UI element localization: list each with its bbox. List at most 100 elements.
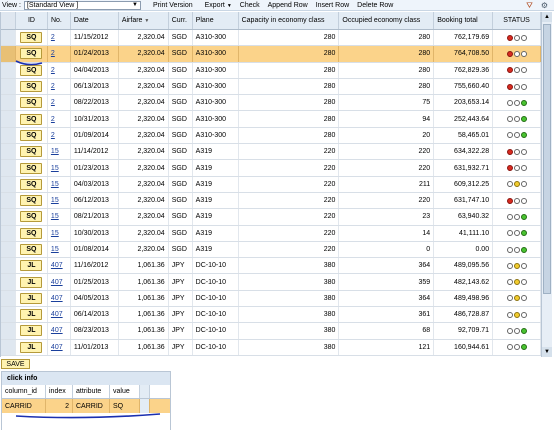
carrier-id-button[interactable]: JL	[20, 341, 43, 353]
flight-number-link[interactable]: 15	[51, 213, 59, 220]
table-row[interactable]: SQ 2 01/09/2014 2,320.04 SGD A310-300 280 20 58,…	[1, 127, 541, 145]
flight-number-link[interactable]: 15	[51, 230, 59, 237]
carrier-id-button[interactable]: SQ	[20, 64, 43, 76]
table-row[interactable]: SQ 15 01/08/2014 2,320.04 SGD A319 220 0 0.00	[1, 241, 541, 259]
row-selector[interactable]	[1, 339, 16, 355]
table-row[interactable]: SQ 2 06/13/2013 2,320.04 SGD A310-300 280 280 75…	[1, 78, 541, 96]
flight-number-link[interactable]: 407	[51, 279, 63, 286]
row-selector[interactable]	[1, 111, 16, 127]
print-version-button[interactable]: Print Version	[153, 2, 193, 9]
carrier-id-button[interactable]: JL	[20, 260, 43, 272]
row-selector[interactable]	[1, 78, 16, 95]
row-selector[interactable]	[1, 274, 16, 290]
row-selector[interactable]	[1, 241, 16, 258]
flight-number-link[interactable]: 2	[51, 67, 55, 74]
cell-no[interactable]: 2	[48, 62, 71, 78]
carrier-id-button[interactable]: JL	[20, 325, 43, 337]
cell-id[interactable]: SQ	[16, 127, 48, 144]
table-row[interactable]: SQ 2 10/31/2013 2,320.04 SGD A310-300 280 94 252…	[1, 111, 541, 128]
table-row[interactable]: SQ 15 10/30/2013 2,320.04 SGD A319 220 14 41,111…	[1, 225, 541, 242]
cell-no[interactable]: 2	[48, 95, 71, 111]
table-row[interactable]: JL 407 08/23/2013 1,061.36 JPY DC-10-10 380 68 9…	[1, 323, 541, 340]
row-selector[interactable]	[1, 192, 16, 209]
cell-id[interactable]: JL	[16, 290, 48, 307]
scroll-down-icon[interactable]: ▼	[542, 347, 552, 357]
row-selector[interactable]	[1, 144, 16, 160]
cell-id[interactable]: JL	[16, 339, 48, 355]
carrier-id-button[interactable]: SQ	[20, 211, 43, 223]
cell-id[interactable]: SQ	[16, 30, 48, 46]
flight-number-link[interactable]: 407	[51, 262, 63, 269]
cell-id[interactable]: SQ	[16, 46, 48, 62]
delete-row-button[interactable]: Delete Row	[357, 2, 393, 9]
flight-number-link[interactable]: 2	[51, 132, 55, 139]
row-selector[interactable]	[1, 127, 16, 144]
append-row-button[interactable]: Append Row	[268, 2, 308, 9]
cell-no[interactable]: 2	[48, 78, 71, 95]
row-selector[interactable]	[1, 307, 16, 323]
carrier-id-button[interactable]: JL	[20, 292, 43, 304]
carrier-id-button[interactable]: SQ	[20, 178, 43, 190]
table-row[interactable]: JL 407 04/05/2013 1,061.36 JPY DC-10-10 380 364…	[1, 290, 541, 308]
table-row[interactable]: SQ 15 08/21/2013 2,320.04 SGD A319 220 23 63,940…	[1, 209, 541, 226]
scroll-up-icon[interactable]: ▲	[542, 12, 552, 22]
flight-number-link[interactable]: 2	[51, 99, 55, 106]
flight-number-link[interactable]: 15	[51, 165, 59, 172]
row-selector[interactable]	[1, 209, 16, 225]
table-row[interactable]: JL 407 01/25/2013 1,061.36 JPY DC-10-10 380 359…	[1, 274, 541, 291]
carrier-id-button[interactable]: SQ	[20, 48, 43, 60]
row-selector[interactable]	[1, 46, 16, 62]
table-row[interactable]: SQ 2 01/24/2013 2,320.04 SGD A310-300 280 280 76…	[1, 46, 541, 63]
row-selector[interactable]	[1, 95, 16, 111]
row-selector[interactable]	[1, 176, 16, 192]
table-row[interactable]: JL 407 11/16/2012 1,061.36 JPY DC-10-10 380 364…	[1, 258, 541, 275]
carrier-id-button[interactable]: SQ	[20, 227, 43, 239]
row-selector[interactable]	[1, 323, 16, 339]
table-row[interactable]: SQ 15 04/03/2013 2,320.04 SGD A319 220 211 609,3…	[1, 176, 541, 193]
cell-no[interactable]: 15	[48, 160, 71, 176]
col-header-airfare[interactable]: Airfare ▼	[119, 12, 169, 29]
flight-number-link[interactable]: 2	[51, 83, 55, 90]
carrier-id-button[interactable]: SQ	[20, 97, 43, 109]
col-header-capacity[interactable]: Capacity in economy class	[239, 12, 340, 29]
carrier-id-button[interactable]: SQ	[20, 81, 43, 93]
select-all-corner[interactable]	[1, 12, 16, 29]
flight-number-link[interactable]: 2	[51, 50, 55, 57]
flight-number-link[interactable]: 15	[51, 148, 59, 155]
cell-no[interactable]: 407	[48, 258, 71, 274]
vertical-scrollbar[interactable]: ▲ ▼	[541, 12, 552, 357]
table-row[interactable]: JL 407 11/01/2013 1,061.36 JPY DC-10-10 380 121…	[1, 339, 541, 356]
flight-number-link[interactable]: 407	[51, 327, 63, 334]
flight-number-link[interactable]: 407	[51, 311, 63, 318]
cell-no[interactable]: 407	[48, 339, 71, 355]
cell-no[interactable]: 15	[48, 241, 71, 258]
cell-no[interactable]: 407	[48, 274, 71, 290]
table-row[interactable]: SQ 2 04/04/2013 2,320.04 SGD A310-300 280 280 76…	[1, 62, 541, 79]
flight-number-link[interactable]: 2	[51, 34, 55, 41]
save-button[interactable]: SAVE	[1, 359, 30, 369]
cell-id[interactable]: SQ	[16, 225, 48, 241]
col-header-curr[interactable]: Curr.	[169, 12, 193, 29]
cell-id[interactable]: SQ	[16, 176, 48, 192]
row-selector[interactable]	[1, 160, 16, 176]
flight-number-link[interactable]: 407	[51, 344, 63, 351]
cell-no[interactable]: 2	[48, 111, 71, 127]
cell-no[interactable]: 407	[48, 307, 71, 323]
settings-icon[interactable]: ⚙	[541, 1, 548, 10]
carrier-id-button[interactable]: SQ	[20, 195, 43, 207]
cell-no[interactable]: 2	[48, 127, 71, 144]
col-header-plane[interactable]: Plane	[193, 12, 239, 29]
filter-icon[interactable]: ⛛	[526, 1, 533, 11]
row-selector[interactable]	[1, 258, 16, 274]
cell-id[interactable]: SQ	[16, 160, 48, 176]
cell-id[interactable]: JL	[16, 323, 48, 339]
row-selector[interactable]	[1, 30, 16, 46]
cell-no[interactable]: 2	[48, 46, 71, 62]
view-select[interactable]: [Standard View ] ▼	[23, 0, 141, 10]
table-row[interactable]: SQ 15 01/23/2013 2,320.04 SGD A319 220 220 631,9…	[1, 160, 541, 177]
carrier-id-button[interactable]: SQ	[20, 162, 43, 174]
carrier-id-button[interactable]: SQ	[20, 244, 43, 255]
table-row[interactable]: SQ 2 08/22/2013 2,320.04 SGD A310-300 280 75 203…	[1, 95, 541, 112]
col-header-occupied[interactable]: Occupied economy class	[339, 12, 435, 29]
cell-no[interactable]: 15	[48, 192, 71, 209]
